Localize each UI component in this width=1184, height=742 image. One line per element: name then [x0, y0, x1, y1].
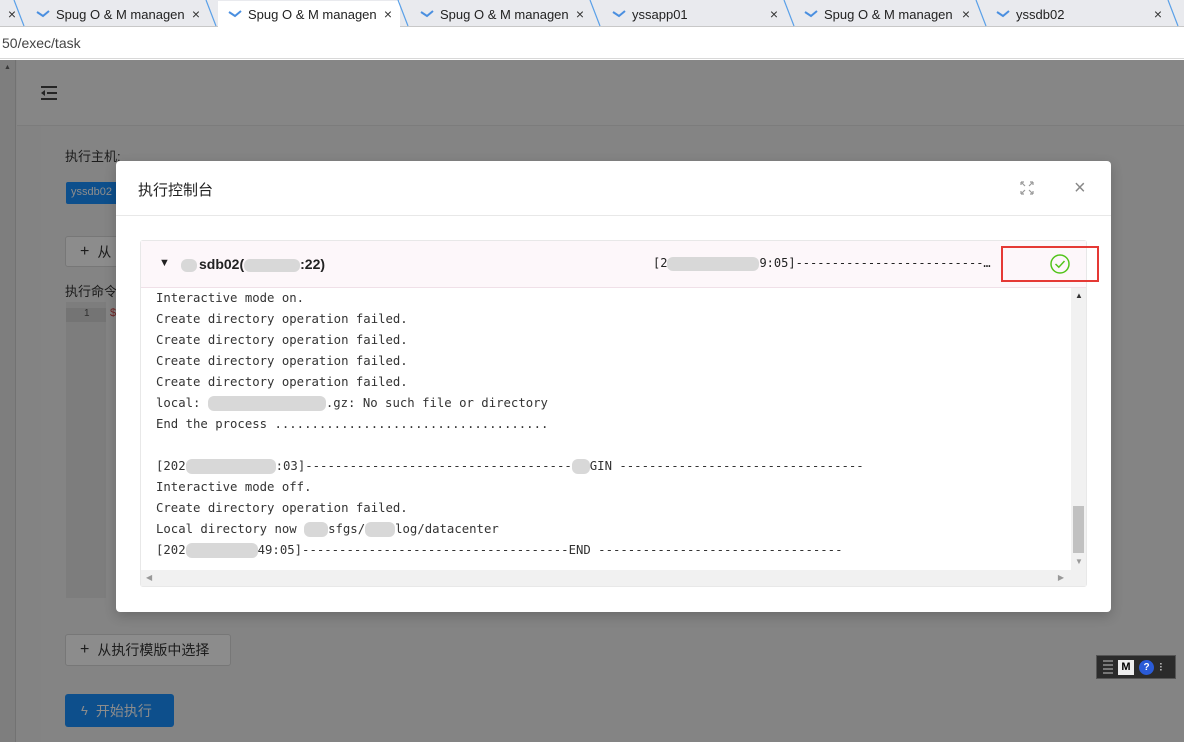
more-icon[interactable]: ⁝: [1159, 660, 1163, 674]
browser-tab[interactable]: Spug O & M managen ×: [794, 1, 978, 27]
redacted-block: [181, 258, 197, 272]
tab-title: Spug O & M managen: [440, 6, 569, 22]
tab-title: yssdb02: [1016, 6, 1065, 22]
scroll-up-arrow-icon[interactable]: ▲: [1075, 291, 1083, 300]
redacted-block: [571, 459, 590, 474]
tab-title: Spug O & M managen: [56, 6, 185, 22]
close-icon[interactable]: ×: [1074, 178, 1086, 198]
spug-favicon-icon: [804, 10, 818, 18]
scroll-left-arrow-icon[interactable]: ◀: [146, 573, 152, 582]
spug-favicon-icon: [36, 10, 50, 18]
modal-title: 执行控制台: [138, 182, 214, 199]
tab-close-icon[interactable]: ×: [962, 6, 970, 22]
tab-close-icon[interactable]: ×: [8, 6, 16, 22]
modal-header: 执行控制台 ×: [116, 161, 1111, 216]
browser-tab[interactable]: yssdb02 ×: [986, 1, 1170, 27]
annotation-highlight-box: [1001, 246, 1099, 282]
scroll-thumb[interactable]: [1073, 506, 1084, 553]
tab-close-icon[interactable]: ×: [576, 6, 584, 22]
host-address: sdb02(:22): [181, 256, 325, 272]
spug-favicon-icon: [228, 10, 242, 18]
floating-toolbar[interactable]: M ? ⁝: [1096, 655, 1176, 679]
log-vertical-scrollbar[interactable]: ▲ ▼: [1071, 288, 1086, 570]
scroll-down-arrow-icon[interactable]: ▼: [1075, 557, 1083, 566]
url-text[interactable]: 50/exec/task: [0, 35, 81, 51]
address-bar[interactable]: 50/exec/task: [0, 27, 1184, 59]
browser-tab[interactable]: ×: [0, 1, 22, 27]
host-output-header[interactable]: ▼ sdb02(:22) [2 9:05]--------------------…: [141, 241, 1086, 288]
log-line: Local directory now sfgs/log/datacenter: [156, 522, 499, 537]
drag-grip-icon[interactable]: [1103, 660, 1113, 674]
browser-tab[interactable]: Spug O & M managen ×: [26, 1, 208, 27]
log-line: Create directory operation failed.: [156, 333, 408, 347]
tab-close-icon[interactable]: ×: [770, 6, 778, 22]
log-line: Create directory operation failed.: [156, 501, 408, 515]
tab-close-icon[interactable]: ×: [384, 6, 392, 22]
host-output-panel: ▼ sdb02(:22) [2 9:05]--------------------…: [140, 240, 1087, 587]
redacted-block: [185, 459, 276, 474]
redacted-block: [365, 522, 396, 537]
log-line: Create directory operation failed.: [156, 354, 408, 368]
log-line: End the process ........................…: [156, 417, 549, 431]
tab-close-icon[interactable]: ×: [192, 6, 200, 22]
m-button[interactable]: M: [1118, 659, 1134, 675]
tab-title: Spug O & M managen: [248, 6, 377, 22]
log-line: Interactive mode off.: [156, 480, 312, 494]
tab-title: Spug O & M managen: [824, 6, 953, 22]
redacted-block: [244, 258, 301, 272]
spug-favicon-icon: [996, 10, 1010, 18]
redacted-block: [667, 256, 760, 271]
log-line: Create directory operation failed.: [156, 312, 408, 326]
fullscreen-icon[interactable]: [1020, 181, 1034, 195]
spug-favicon-icon: [612, 10, 626, 18]
browser-tab-bar: × Spug O & M managen × Spug O & M manage…: [0, 0, 1184, 27]
redacted-block: [304, 522, 329, 537]
browser-tab[interactable]: yssapp01 ×: [602, 1, 786, 27]
log-output[interactable]: Interactive mode on. Create directory op…: [141, 288, 1071, 570]
exec-console-modal: 执行控制台 × ▼ sdb02(:22) [2 9:05]------------…: [116, 161, 1111, 612]
browser-tab[interactable]: Spug O & M managen ×: [410, 1, 592, 27]
spug-favicon-icon: [420, 10, 434, 18]
log-line: [202:03]--------------------------------…: [156, 459, 864, 474]
log-line: Create directory operation failed.: [156, 375, 408, 389]
log-horizontal-scrollbar[interactable]: ◀ ▶: [141, 570, 1086, 586]
redacted-block: [185, 543, 258, 558]
log-line: [202 49:05]------------------------------…: [156, 543, 843, 558]
help-icon[interactable]: ?: [1139, 659, 1154, 675]
scroll-right-arrow-icon[interactable]: ▶: [1058, 573, 1064, 582]
exec-time-range: [2 9:05]--------------------------…: [653, 256, 991, 271]
log-line: local: .gz: No such file or directory: [156, 396, 548, 411]
browser-tab-active[interactable]: Spug O & M managen ×: [218, 1, 400, 27]
collapse-caret-icon[interactable]: ▼: [159, 257, 170, 269]
tab-close-icon[interactable]: ×: [1154, 6, 1162, 22]
tab-title: yssapp01: [632, 6, 688, 22]
redacted-block: [207, 396, 326, 411]
log-line: Interactive mode on.: [156, 291, 305, 305]
